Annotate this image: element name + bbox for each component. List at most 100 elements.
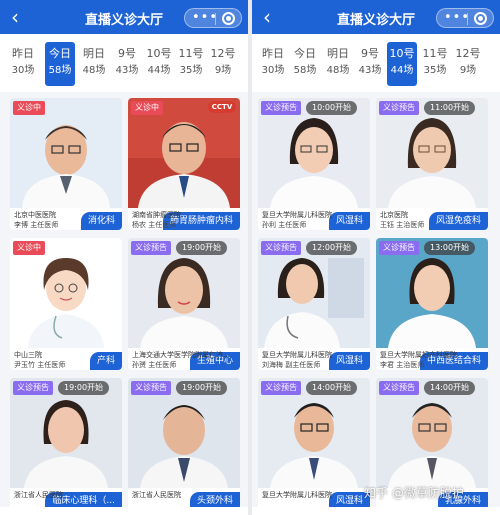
card-info: 浙江省人民医院	[14, 490, 120, 500]
date-tab-tomorrow[interactable]: 明日 48场	[79, 42, 109, 86]
date-tab-today[interactable]: 今日 58场	[290, 42, 320, 86]
close-target-icon[interactable]	[474, 12, 487, 25]
preview-badge: 义诊预告	[261, 101, 301, 115]
date-tab-10[interactable]: 10号 44场	[144, 42, 174, 86]
close-target-icon[interactable]	[222, 12, 235, 25]
date-label: 10号	[389, 47, 415, 60]
date-tab-10[interactable]: 10号 44场	[387, 42, 417, 86]
hospital-name: 北京医院	[380, 211, 408, 219]
start-time: 14:00开始	[424, 381, 476, 395]
date-label: 11号	[178, 47, 204, 60]
session-count: 48场	[82, 65, 106, 76]
hospital-name: 复旦大学附属儿科医院	[262, 211, 332, 219]
date-tab-yesterday[interactable]: 昨日 30场	[258, 42, 288, 86]
doctor-name: 孙赟 主任医师	[132, 361, 177, 369]
date-tab-11[interactable]: 11号 35场	[176, 42, 206, 86]
card-info: 复旦大学附属儿科医院 孙利 主任医师	[262, 210, 368, 230]
doctor-name: 王钰 主治医师	[380, 221, 425, 229]
preview-badge: 义诊预告	[379, 381, 419, 395]
hospital-name: 湖南省肿瘤医院	[132, 211, 181, 219]
preview-badge: 义诊预告	[261, 241, 301, 255]
date-label: 11号	[422, 47, 448, 60]
more-dots-icon[interactable]: •••	[192, 11, 217, 25]
start-time: 19:00开始	[176, 241, 228, 255]
doctor-name: 李博 主任医师	[14, 221, 59, 229]
doctor-card[interactable]: 义诊中 消化科 北京中医医院 李博 主任医师	[10, 98, 122, 230]
doctor-card[interactable]: 义诊预告 11:00开始 风湿免疫科 北京医院 王钰 主治医师	[376, 98, 488, 230]
date-tab-9[interactable]: 9号 43场	[112, 42, 142, 86]
doctor-card[interactable]: 义诊预告 10:00开始 风湿科 复旦大学附属儿科医院 孙利 主任医师	[258, 98, 370, 230]
date-label: 昨日	[262, 47, 284, 60]
preview-badge: 义诊预告	[379, 101, 419, 115]
doctor-card[interactable]: 义诊预告 19:00开始 生殖中心 上海交通大学医学院附属仁济... 孙赟 主任医…	[128, 238, 240, 370]
start-time: 19:00开始	[58, 381, 110, 395]
doctor-card[interactable]: 义诊预告 19:00开始 临床心理科（... 浙江省人民医院	[10, 378, 122, 510]
nav-bar: ‹ 直播义诊大厅 •••	[0, 0, 248, 34]
doctor-card[interactable]: 义诊预告 12:00开始 风湿科 复旦大学附属儿科医院 刘海梅 副主任医师	[258, 238, 370, 370]
watermark-text: 知乎 @微草防脱护	[364, 486, 464, 500]
tv-logo: CCTV	[208, 101, 236, 113]
session-count: 58场	[48, 65, 72, 76]
date-label: 明日	[83, 47, 105, 60]
date-tab-12[interactable]: 12号 9场	[453, 42, 483, 86]
more-dots-icon[interactable]: •••	[444, 11, 469, 25]
mini-program-capsule[interactable]: •••	[184, 8, 242, 28]
start-time: 13:00开始	[424, 241, 476, 255]
session-count: 48场	[326, 65, 350, 76]
doctor-card[interactable]: 义诊预告 19:00开始 头颈外科 浙江省人民医院	[128, 378, 240, 510]
date-label: 明日	[327, 47, 349, 60]
hospital-name: 复旦大学附属妇产科医院	[380, 351, 457, 359]
date-tab-12[interactable]: 12号 9场	[208, 42, 238, 86]
date-label: 9号	[118, 47, 136, 60]
date-tab-11[interactable]: 11号 35场	[420, 42, 450, 86]
preview-badge: 义诊预告	[261, 381, 301, 395]
date-tab-tomorrow[interactable]: 明日 48场	[323, 42, 353, 86]
hospital-name: 复旦大学附属儿科医院	[262, 351, 332, 359]
live-badge: 义诊中	[13, 101, 45, 115]
session-count: 35场	[423, 65, 447, 76]
session-count: 44场	[390, 65, 414, 76]
hospital-name: 浙江省人民医院	[132, 491, 181, 499]
session-count: 9场	[214, 65, 232, 76]
doctor-card[interactable]: 义诊中 产科 中山三院 尹玉竹 主任医师	[10, 238, 122, 370]
start-time: 12:00开始	[306, 241, 358, 255]
bottom-bar	[252, 507, 500, 515]
hospital-name: 浙江省人民医院	[14, 491, 63, 499]
card-info: 复旦大学附属妇产科医院 李君 主治医师	[380, 350, 486, 370]
preview-badge: 义诊预告	[131, 381, 171, 395]
start-time: 19:00开始	[176, 381, 228, 395]
date-label: 12号	[210, 47, 236, 60]
doctor-card[interactable]: 义诊中 CCTV 肺胃肠肿瘤内科 湖南省肿瘤医院 杨农 主任医师	[128, 98, 240, 230]
date-label: 昨日	[12, 47, 34, 60]
date-label: 9号	[361, 47, 379, 60]
card-info: 复旦大学附属儿科医院 刘海梅 副主任医师	[262, 350, 368, 370]
hospital-name: 北京中医医院	[14, 211, 56, 219]
card-info: 上海交通大学医学院附属仁济... 孙赟 主任医师	[132, 350, 238, 370]
nav-bar: ‹ 直播义诊大厅 •••	[252, 0, 500, 34]
date-label: 10号	[146, 47, 172, 60]
doctor-card[interactable]: 义诊预告 13:00开始 中西医结合科 复旦大学附属妇产科医院 李君 主治医师	[376, 238, 488, 370]
date-label: 今日	[49, 47, 71, 60]
live-badge: 义诊中	[131, 101, 163, 115]
date-tab-today[interactable]: 今日 58场	[45, 42, 75, 86]
date-tab-9[interactable]: 9号 43场	[355, 42, 385, 86]
session-count: 30场	[261, 65, 285, 76]
hospital-name: 复旦大学附属儿科医院	[262, 491, 332, 499]
card-info: 北京中医医院 李博 主任医师	[14, 210, 120, 230]
date-label: 今日	[294, 47, 316, 60]
card-info: 湖南省肿瘤医院 杨农 主任医师	[132, 210, 238, 230]
doctor-name: 刘海梅 副主任医师	[262, 361, 321, 369]
right-panel: ‹ 直播义诊大厅 ••• 昨日 30场 今日 58场 明日 48场 9号 43场 10号…	[252, 0, 500, 515]
start-time: 10:00开始	[306, 101, 358, 115]
start-time: 14:00开始	[306, 381, 358, 395]
date-tabs: 昨日 30场 今日 58场 明日 48场 9号 43场 10号 44场 11号 35场 12…	[0, 34, 248, 92]
mini-program-capsule[interactable]: •••	[436, 8, 494, 28]
date-tab-yesterday[interactable]: 昨日 30场	[8, 42, 38, 86]
hospital-name: 中山三院	[14, 351, 42, 359]
preview-badge: 义诊预告	[13, 381, 53, 395]
doctor-card[interactable]: 义诊预告 14:00开始 风湿科 复旦大学附属儿科医院	[258, 378, 370, 510]
session-count: 9场	[459, 65, 477, 76]
date-label: 12号	[455, 47, 481, 60]
screenshot-root: ‹ 直播义诊大厅 ••• 昨日 30场 今日 58场 明日 48场 9号 43场 10号…	[0, 0, 500, 515]
doctor-name: 孙利 主任医师	[262, 221, 307, 229]
